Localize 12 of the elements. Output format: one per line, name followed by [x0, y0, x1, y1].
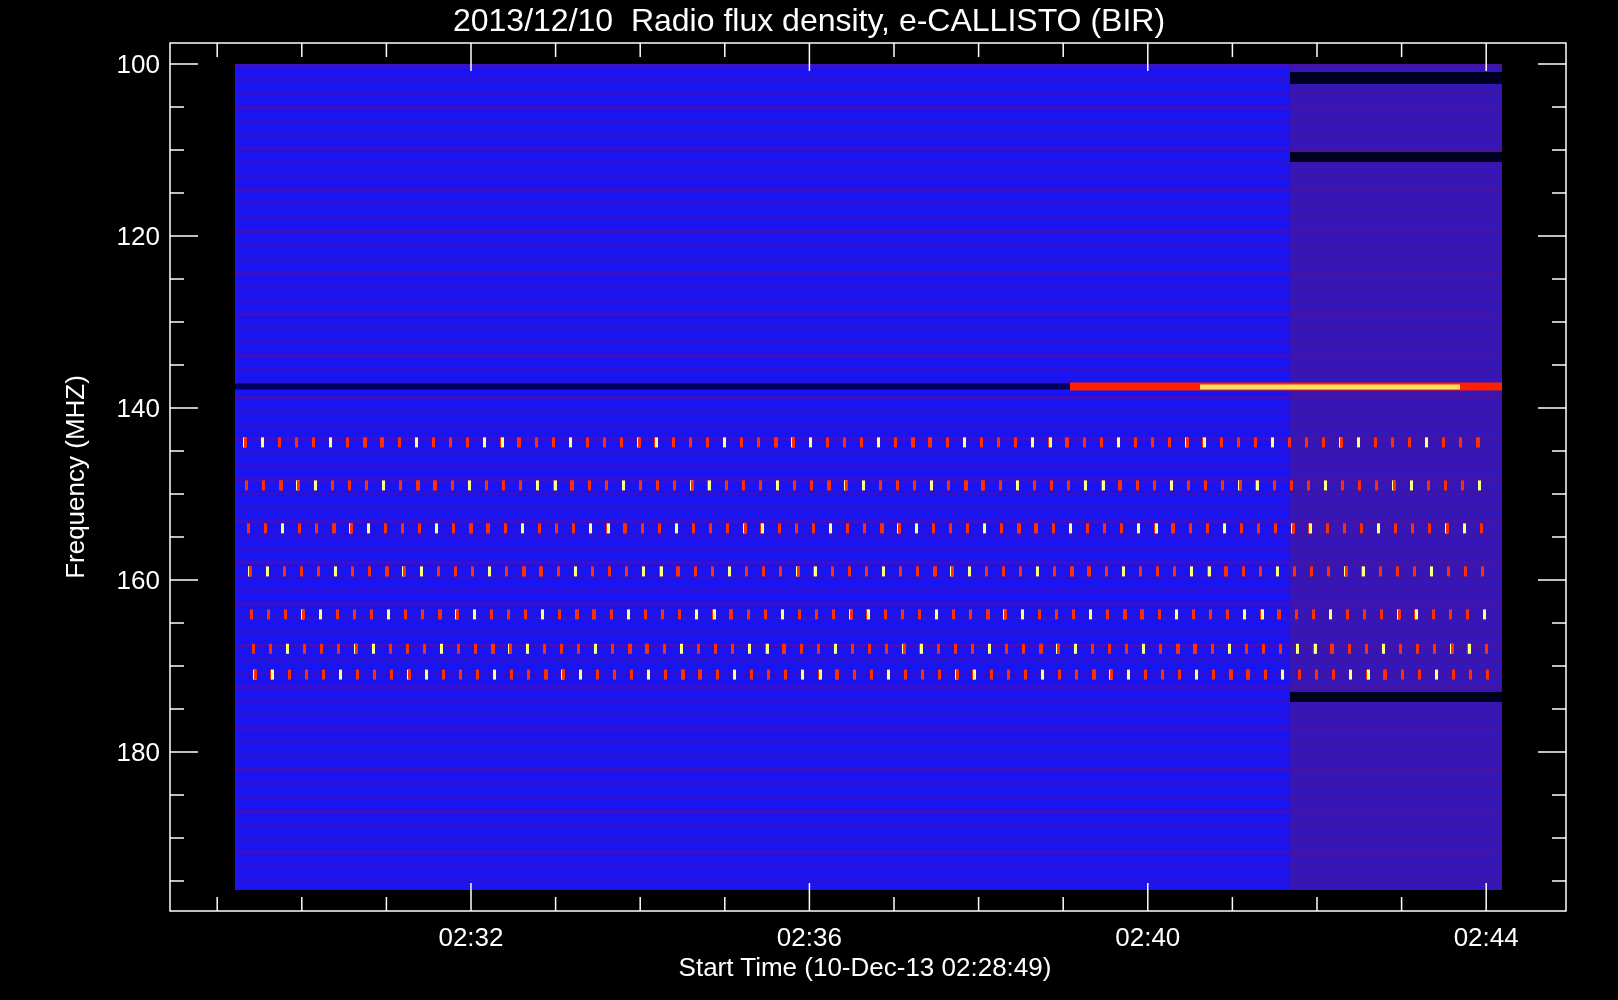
y-tick-label: 160 — [116, 565, 160, 595]
x-tick-label: 02:36 — [776, 922, 842, 952]
y-axis-label: Frequency (MHZ) — [60, 375, 90, 579]
y-tick-label: 100 — [116, 49, 160, 79]
y-tick-label: 180 — [116, 737, 160, 767]
y-tick-label: 120 — [116, 221, 160, 251]
x-tick-label: 02:32 — [438, 922, 504, 952]
y-tick-label: 140 — [116, 393, 160, 423]
x-tick-label: 02:40 — [1115, 922, 1181, 952]
x-tick-label: 02:44 — [1453, 922, 1519, 952]
plot-title: 2013/12/10 Radio flux density, e-CALLISTO (BIR) — [452, 2, 1166, 38]
x-axis-label: Start Time (10-Dec-13 02:28:49) — [678, 952, 1052, 982]
